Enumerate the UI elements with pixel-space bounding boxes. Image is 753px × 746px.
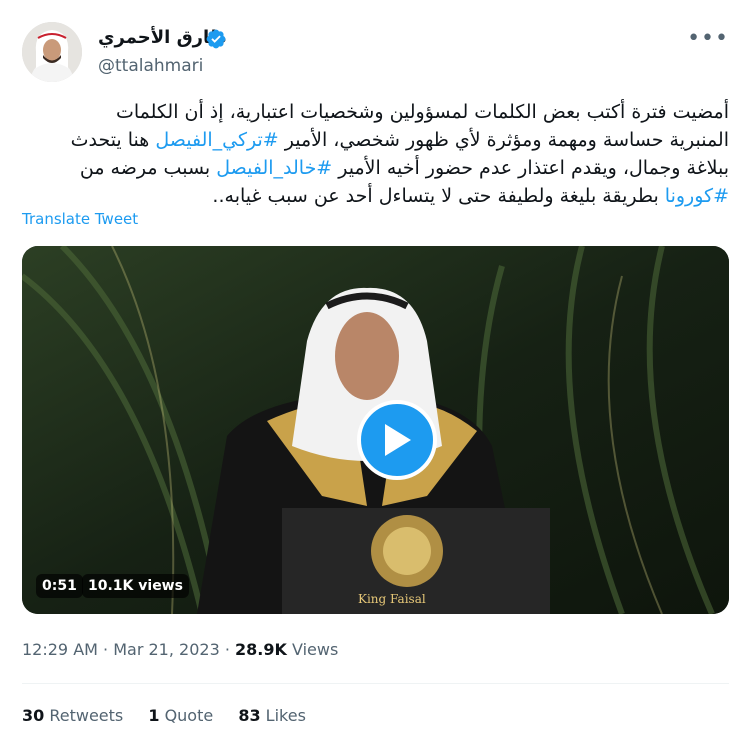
views-label: Views xyxy=(286,640,339,659)
tweet-text-line: المنبرية حساسة ومهمة ومؤثرة لأي ظهور شخص… xyxy=(22,126,729,154)
video-views: 10.1K views xyxy=(82,574,189,598)
tweet-text-segment: بطريقة بليغة ولطيفة حتى لا يتساءل أحد عن… xyxy=(212,185,665,207)
likes-count: 83 xyxy=(238,706,261,725)
tweet-text-line: #كورونا بطريقة بليغة ولطيفة حتى لا يتساء… xyxy=(22,182,729,210)
engagement-stats: 30 Retweets 1 Quote 83 Likes xyxy=(22,706,326,725)
translate-tweet-link[interactable]: Translate Tweet xyxy=(22,210,138,228)
play-icon xyxy=(385,424,411,456)
tweet-meta: 12:29 AM · Mar 21, 2023 · 28.9K Views xyxy=(22,640,338,659)
retweets-label: Retweets xyxy=(44,706,124,725)
hashtag-link[interactable]: #كورونا xyxy=(665,185,729,207)
meta-separator: · xyxy=(97,640,114,659)
likes-stat[interactable]: 83 Likes xyxy=(238,706,306,725)
tweet-text-line: ببلاغة وجمال، ويقدم اعتذار عدم حضور أخيه… xyxy=(22,154,729,182)
tweet-text-segment: بسبب مرضه من xyxy=(79,157,217,179)
tweet-text-line: أمضيت فترة أكتب بعض الكلمات لمسؤولين وشخ… xyxy=(22,98,729,126)
video-duration: 0:51 xyxy=(36,574,83,598)
tweet-text-segment: المنبرية حساسة ومهمة ومؤثرة لأي ظهور شخص… xyxy=(278,129,729,151)
tweet-date[interactable]: Mar 21, 2023 xyxy=(113,640,220,659)
quotes-stat[interactable]: 1 Quote xyxy=(148,706,213,725)
tweet-text-segment: ببلاغة وجمال، ويقدم اعتذار عدم حضور أخيه… xyxy=(332,157,729,179)
avatar-image xyxy=(22,22,82,82)
quotes-count: 1 xyxy=(148,706,160,725)
divider xyxy=(22,683,729,684)
tweet-card: طارق الأحمري @ttalahmari ••• أمضيت فترة … xyxy=(0,0,753,746)
tweet-text-segment: هنا يتحدث xyxy=(70,129,156,151)
hashtag-link[interactable]: #خالد_الفيصل xyxy=(216,157,332,179)
quotes-label: Quote xyxy=(159,706,214,725)
tweet-text: أمضيت فترة أكتب بعض الكلمات لمسؤولين وشخ… xyxy=(22,98,729,210)
verified-badge-icon xyxy=(206,29,226,49)
more-options-icon[interactable]: ••• xyxy=(687,28,729,50)
likes-label: Likes xyxy=(260,706,306,725)
avatar[interactable] xyxy=(22,22,82,82)
video-player[interactable] xyxy=(22,246,729,614)
play-button[interactable] xyxy=(357,400,437,480)
views-count: 28.9K xyxy=(235,640,287,659)
retweets-stat[interactable]: 30 Retweets xyxy=(22,706,123,725)
podium-logo-text: King Faisal xyxy=(358,592,426,606)
tweet-time[interactable]: 12:29 AM xyxy=(22,640,98,659)
tweet-text-segment: أمضيت فترة أكتب بعض الكلمات لمسؤولين وشخ… xyxy=(115,101,729,123)
retweets-count: 30 xyxy=(22,706,45,725)
author-handle[interactable]: @ttalahmari xyxy=(98,56,203,76)
hashtag-link[interactable]: #تركي_الفيصل xyxy=(155,129,278,151)
meta-separator: · xyxy=(219,640,236,659)
